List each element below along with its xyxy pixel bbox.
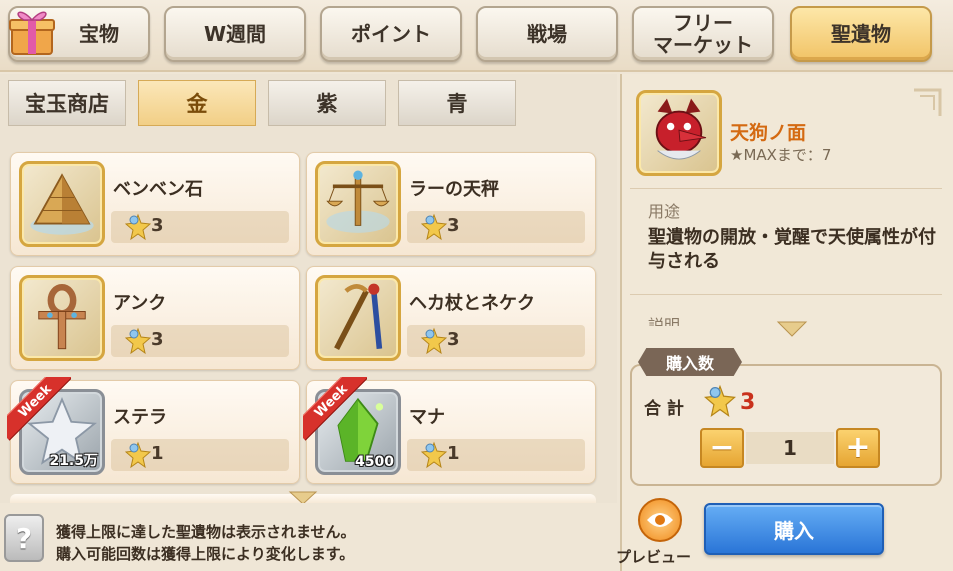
notice-text: 獲得上限に達した聖遺物は表示されません。 購入可能回数は獲得上限により変化します…	[56, 521, 356, 565]
staff-icon	[315, 275, 401, 361]
relic-currency-icon	[421, 441, 447, 469]
divider	[630, 188, 942, 189]
item-name: アンク	[113, 293, 167, 314]
item-name: マナ	[409, 407, 445, 428]
quantity-stepper: − 1 +	[700, 428, 880, 468]
usage-text: 聖遺物の開放・覚醒で天使属性が付与される	[648, 227, 936, 272]
price-bar: 1	[111, 439, 289, 471]
tab-battlefield[interactable]: 戦場	[476, 6, 618, 62]
week-label: Week	[303, 377, 367, 441]
shop-item-card[interactable]: ヘカ杖とネケク 3	[306, 266, 596, 370]
total-label: 合 計	[644, 399, 684, 419]
subtab-label: 宝玉商店	[25, 92, 109, 116]
item-price: 3	[447, 329, 460, 350]
subtab-blue[interactable]: 青	[398, 80, 516, 126]
price-bar: 3	[407, 211, 585, 243]
price-bar: 1	[407, 439, 585, 471]
subtab-label: 紫	[316, 92, 338, 116]
divider	[630, 294, 942, 295]
description-label-wrapper: 説明	[648, 312, 708, 326]
price-bar: 3	[111, 211, 289, 243]
tab-label: ポイント	[351, 22, 431, 46]
buy-button-label: 購入	[774, 518, 814, 543]
pyramid-icon	[19, 161, 105, 247]
detail-max-text: ★MAXまで：7	[730, 146, 832, 164]
relic-currency-icon	[125, 327, 151, 355]
increase-button[interactable]: +	[836, 428, 880, 468]
eye-icon	[647, 513, 673, 527]
tab-weekly[interactable]: W週間	[164, 6, 306, 62]
tab-label: フリー マーケット	[653, 11, 753, 57]
expand-chevron-icon[interactable]	[776, 320, 808, 338]
price-bar: 3	[111, 325, 289, 357]
relic-currency-icon	[704, 384, 736, 417]
help-icon[interactable]: ?	[4, 514, 44, 562]
tab-relics[interactable]: 聖遺物	[790, 6, 932, 62]
gift-icon	[9, 11, 55, 55]
shop-item-card[interactable]: アンク 3	[10, 266, 300, 370]
description-label: 説明	[648, 316, 681, 326]
week-label: Week	[7, 377, 71, 441]
help-glyph: ?	[15, 521, 33, 555]
relic-currency-icon	[421, 327, 447, 355]
tab-label: W週間	[203, 22, 267, 46]
item-name: ヘカ杖とネケク	[409, 293, 535, 314]
week-ribbon: Week	[7, 377, 71, 441]
item-name: ラーの天秤	[409, 179, 499, 200]
subtab-label: 金	[186, 92, 208, 116]
relic-currency-icon	[125, 213, 151, 241]
subtab-purple[interactable]: 紫	[268, 80, 386, 126]
subtab-gold[interactable]: 金	[138, 80, 256, 126]
item-name: ステラ	[113, 407, 167, 428]
preview-button[interactable]	[638, 498, 682, 542]
detail-item-name: 天狗ノ面	[730, 122, 807, 144]
subtab-gem-shop[interactable]: 宝玉商店	[8, 80, 126, 126]
quantity-input[interactable]: 1	[746, 432, 834, 464]
item-price: 1	[151, 443, 164, 464]
price-bar: 3	[407, 325, 585, 357]
shop-item-card[interactable]: ベンベン石 3	[10, 152, 300, 256]
buy-button[interactable]: 購入	[704, 503, 884, 555]
purchase-quantity-label: 購入数	[638, 348, 742, 376]
decrease-button[interactable]: −	[700, 428, 744, 468]
tab-free-market[interactable]: フリー マーケット	[632, 6, 774, 62]
preview-label: プレビュー	[616, 548, 692, 566]
tab-label: 聖遺物	[831, 22, 891, 46]
item-price: 3	[447, 215, 460, 236]
tab-label: 宝物	[79, 22, 119, 46]
week-ribbon: Week	[303, 377, 367, 441]
item-name: ベンベン石	[113, 179, 203, 200]
minus-icon: −	[709, 430, 735, 465]
item-price: 1	[447, 443, 460, 464]
plus-icon: +	[845, 430, 871, 465]
item-quantity: 21.5万	[49, 453, 98, 469]
relic-currency-icon	[125, 441, 151, 469]
ankh-icon	[19, 275, 105, 361]
item-price: 3	[151, 215, 164, 236]
tab-points[interactable]: ポイント	[320, 6, 462, 62]
shop-item-card[interactable]: 4500 Week マナ 1	[303, 377, 596, 484]
subtab-label: 青	[446, 92, 468, 116]
shop-item-card[interactable]: 21.5万 Week ステラ 1	[7, 377, 300, 484]
scale-icon	[315, 161, 401, 247]
total-value: 3	[740, 390, 756, 415]
item-quantity: 4500	[355, 454, 394, 470]
tab-label: 戦場	[527, 22, 567, 46]
notice-line-1: 獲得上限に達した聖遺物は表示されません。	[56, 523, 356, 541]
tengu-mask-icon	[636, 90, 722, 176]
relic-currency-icon	[421, 213, 447, 241]
corner-ornament-icon	[914, 88, 942, 116]
item-price: 3	[151, 329, 164, 350]
shop-item-card[interactable]: ラーの天秤 3	[306, 152, 596, 256]
usage-label: 用途	[648, 202, 681, 221]
notice-line-2: 購入可能回数は獲得上限により変化します。	[56, 545, 355, 563]
